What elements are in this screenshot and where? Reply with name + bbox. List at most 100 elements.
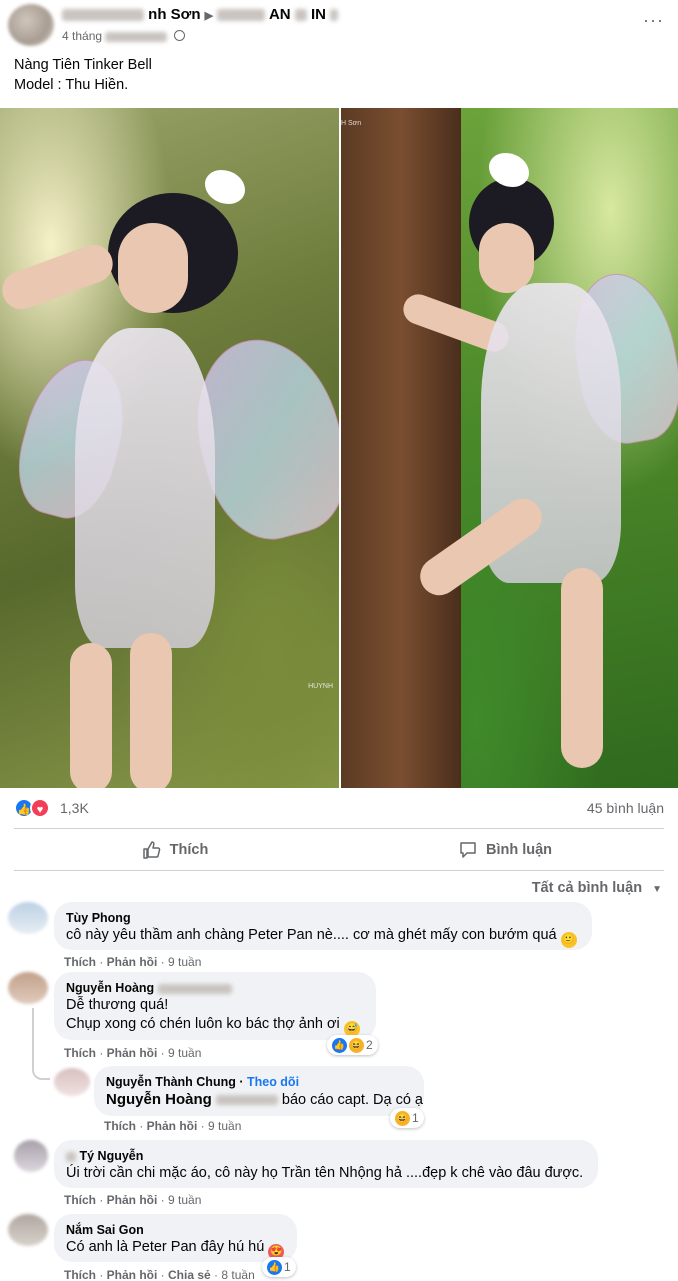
commenter-name-line[interactable]: Nguyễn Hoàng: [66, 980, 364, 996]
comment-reply-link[interactable]: Phản hồi: [107, 955, 158, 969]
comment-time[interactable]: 9 tuần: [168, 1046, 201, 1060]
love-reaction-icon[interactable]: ♥: [30, 798, 50, 818]
commenter-avatar[interactable]: [14, 1140, 48, 1172]
commenter-name[interactable]: Nguyễn Hoàng: [66, 981, 154, 995]
comment-time[interactable]: 8 tuần: [221, 1268, 254, 1281]
caption-line-2: Model : Thu Hiền.: [14, 77, 129, 93]
commenter-avatar[interactable]: [8, 902, 48, 934]
leg-left: [70, 643, 112, 788]
comment-count[interactable]: 45 bình luận: [587, 800, 664, 816]
more-options-icon[interactable]: ···: [643, 10, 664, 31]
blurred-name: [62, 9, 144, 22]
comment-reaction-count: 1: [284, 1260, 291, 1274]
comment-text-content: Chụp xong có chén luôn ko bác thợ ảnh ơi: [66, 1016, 340, 1032]
follow-link[interactable]: Theo dõi: [247, 1075, 299, 1089]
face: [479, 223, 534, 293]
comment-text: Có anh là Peter Pan đây hú hú 😍: [66, 1238, 285, 1260]
comment-reply-link[interactable]: Phản hồi: [107, 1193, 158, 1207]
comment-bubble: Nắm Sai Gon Có anh là Peter Pan đây hú h…: [54, 1214, 297, 1262]
comment-text-content: cô này yêu thầm anh chàng Peter Pan nè..…: [66, 927, 557, 943]
reply-reply-link[interactable]: Phản hồi: [147, 1119, 198, 1133]
replier-avatar[interactable]: [54, 1068, 90, 1096]
comment-reply-link[interactable]: Phản hồi: [107, 1268, 158, 1281]
comment-sort-dropdown[interactable]: Tất cả bình luận ▼: [532, 880, 662, 896]
comment-reactions[interactable]: 👍 😆 2: [327, 1035, 378, 1055]
blurred-group-end: [330, 9, 339, 22]
reply-actions: Thích · Phản hồi · 9 tuần: [104, 1119, 242, 1133]
comment-bubble-icon: [460, 842, 476, 858]
reply-reactions[interactable]: 😆 1: [390, 1108, 424, 1128]
comment-button[interactable]: Bình luận: [440, 832, 570, 868]
comment-button-label: Bình luận: [485, 842, 553, 858]
author-line[interactable]: nh Sơn ▶ AN IN: [62, 6, 339, 23]
like-button-label: Thích: [169, 842, 209, 858]
like-button[interactable]: Thích: [120, 832, 230, 868]
arrow-right-icon: ▶: [204, 10, 214, 22]
commenter-avatar[interactable]: [8, 972, 48, 1004]
caret-down-icon: ▼: [652, 884, 662, 895]
photo-right[interactable]: H Sơn: [341, 108, 678, 788]
reply-reaction-count: 1: [412, 1111, 419, 1125]
post-caption: Nàng Tiên Tinker Bell Model : Thu Hiền.: [14, 55, 152, 95]
like-mini-icon: 👍: [332, 1037, 347, 1053]
dress: [75, 328, 215, 648]
blurred-time: [105, 31, 168, 42]
comment-actions: Thích · Phản hồi · 9 tuần: [64, 955, 202, 969]
group-name[interactable]: AN: [269, 6, 291, 23]
smile-emoji-icon: 🙂: [560, 932, 577, 948]
comment-text: cô này yêu thầm anh chàng Peter Pan nè..…: [66, 926, 580, 948]
post-time[interactable]: 4 tháng: [62, 29, 185, 43]
leg-right: [130, 633, 172, 788]
commenter-avatar[interactable]: [8, 1214, 48, 1246]
comment-time[interactable]: 9 tuần: [168, 1193, 201, 1207]
thumbs-up-icon: [142, 841, 160, 859]
watermark-left: HUYNH: [308, 683, 333, 690]
blurred-group: [217, 9, 266, 22]
sort-label: Tất cả bình luận: [531, 880, 643, 896]
comment-like-link[interactable]: Thích: [64, 1268, 96, 1281]
reply-thread-line: [32, 1008, 50, 1080]
comment-like-link[interactable]: Thích: [64, 1046, 96, 1060]
comment-text-content: Có anh là Peter Pan đây hú hú: [66, 1239, 265, 1255]
blurred-surname: [157, 983, 232, 994]
commenter-name-line[interactable]: Tý Nguyễn: [66, 1148, 586, 1164]
post-time-text: 4 tháng: [62, 29, 103, 43]
comment-actions: Thích · Phản hồi · Chia sẻ · 8 tuần: [64, 1268, 255, 1281]
comment-like-link[interactable]: Thích: [64, 955, 96, 969]
commenter-name[interactable]: Tý Nguyễn: [79, 1149, 143, 1163]
comment-bubble: Nguyễn Hoàng Dễ thương quá! Chụp xong có…: [54, 972, 376, 1040]
comment-text-line-1: Dễ thương quá!: [66, 997, 169, 1013]
globe-icon: [173, 30, 185, 41]
comment-like-link[interactable]: Thích: [64, 1193, 96, 1207]
haha-mini-icon: 😆: [395, 1110, 410, 1126]
comment-text: Úi trời cần chi mặc áo, cô này họ Trần t…: [66, 1165, 584, 1181]
comment-time[interactable]: 9 tuần: [168, 955, 201, 969]
mention-tag[interactable]: Nguyễn Hoàng: [106, 1091, 212, 1108]
comment-text-line-2: Chụp xong có chén luôn ko bác thợ ảnh ơi…: [66, 1015, 364, 1037]
comment-bubble: Tý Nguyễn Úi trời cần chi mặc áo, cô này…: [54, 1140, 598, 1188]
commenter-name[interactable]: Tùy Phong: [66, 910, 580, 926]
divider: [14, 828, 664, 829]
author-name[interactable]: nh Sơn: [148, 6, 200, 23]
photo-left[interactable]: HUYNH: [0, 108, 339, 788]
reply-time[interactable]: 9 tuần: [208, 1119, 241, 1133]
replier-name-line: Nguyễn Thành Chung · Theo dõi: [106, 1075, 300, 1089]
commenter-name[interactable]: Nắm Sai Gon: [66, 1222, 285, 1238]
facebook-post-page: nh Sơn ▶ AN IN 4 tháng ··· Nàng Tiên Tin…: [0, 0, 678, 1281]
author-avatar[interactable]: [8, 4, 54, 46]
hair-bow: [205, 170, 245, 204]
reaction-count[interactable]: 1,3K: [60, 800, 89, 816]
blurred-group-mid: [294, 9, 307, 22]
comment-reactions[interactable]: 👍 1: [262, 1257, 296, 1277]
like-mini-icon: 👍: [267, 1259, 282, 1275]
group-name-tail[interactable]: IN: [311, 6, 326, 23]
blurred-mention: [215, 1095, 278, 1106]
leg-standing: [561, 568, 603, 768]
replier-name[interactable]: Nguyễn Thành Chung: [106, 1075, 236, 1089]
post-header: nh Sơn ▶ AN IN 4 tháng ···: [0, 0, 678, 52]
reactions-bar: 👍 ♥ 1,3K 45 bình luận: [14, 798, 664, 820]
comment-share-link[interactable]: Chia sẻ: [168, 1268, 211, 1281]
reply-like-link[interactable]: Thích: [104, 1119, 136, 1133]
comment-reply-link[interactable]: Phản hồi: [107, 1046, 158, 1060]
reply-bubble: Nguyễn Thành Chung · Theo dõi Nguyễn Hoà…: [94, 1066, 424, 1116]
